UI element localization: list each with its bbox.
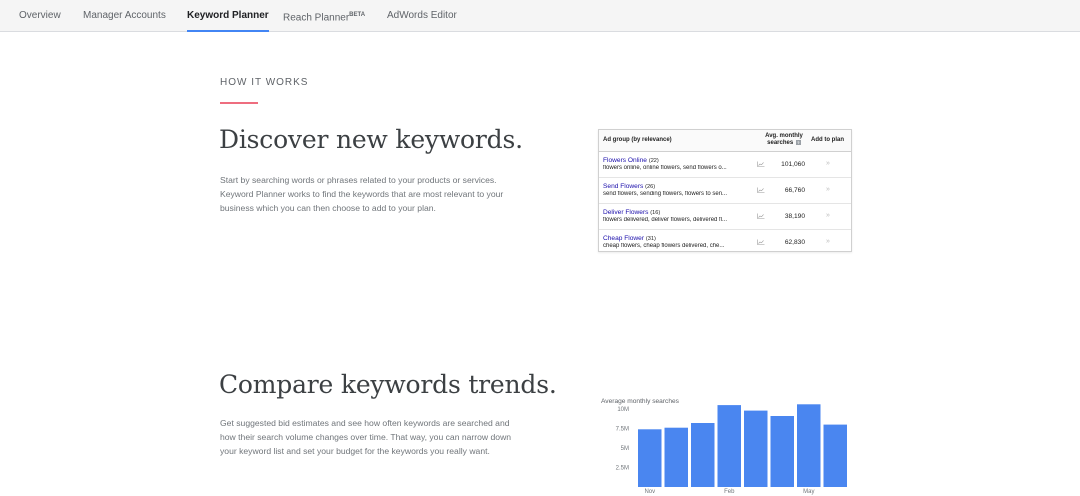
x-tick-label: May: [803, 489, 814, 495]
chart-bar: [717, 405, 741, 487]
top-navigation: Overview Manager Accounts Keyword Planne…: [0, 0, 1080, 32]
trend-chart-icon[interactable]: [757, 161, 765, 167]
ad-group-keywords: send flowers, sending flowers, flowers t…: [603, 191, 728, 197]
ad-group-link[interactable]: Flowers Online: [603, 157, 647, 164]
ad-group-count: (16): [650, 210, 661, 216]
ad-group-name[interactable]: Flowers Online (22): [603, 157, 659, 164]
tab-reach-planner[interactable]: Reach PlannerBETA: [283, 0, 365, 32]
eyebrow-divider: [220, 102, 258, 104]
header-ad-group: Ad group (by relevance): [603, 137, 672, 143]
ad-group-name[interactable]: Deliver Flowers (16): [603, 209, 660, 216]
help-icon[interactable]: ?: [795, 140, 801, 145]
table-row: Cheap Flower (31) cheap flowers, cheap f…: [599, 230, 851, 255]
add-to-plan-icon[interactable]: »: [826, 186, 830, 193]
ad-group-link[interactable]: Deliver Flowers: [603, 209, 648, 216]
table-row: Deliver Flowers (16) flowers delivered, …: [599, 204, 851, 230]
chart-bar: [797, 404, 821, 487]
x-tick-label: Feb: [724, 489, 735, 495]
ad-group-count: (26): [645, 184, 656, 190]
y-tick-label: 7.5M: [616, 427, 629, 433]
x-tick-label: Nov: [644, 489, 655, 495]
chart-bar: [638, 429, 662, 487]
section1-body: Start by searching words or phrases rela…: [220, 175, 504, 213]
avg-monthly-searches-value: 62,830: [784, 239, 805, 246]
ad-group-link[interactable]: Cheap Flower: [603, 235, 644, 242]
chart-bar: [770, 416, 794, 487]
monthly-searches-chart: Average monthly searches 10M 7.5M 5M 2.5M Nov…: [598, 392, 858, 496]
chart-bar: [744, 410, 768, 487]
ad-group-name[interactable]: Cheap Flower (31): [603, 235, 656, 242]
ad-group-keywords: flowers delivered, deliver flowers, deli…: [603, 217, 728, 223]
beta-badge: BETA: [349, 12, 366, 18]
table-row: Flowers Online (22) flowers online, onli…: [599, 152, 851, 178]
header-avg-monthly-searches: Avg. monthly searches ?: [761, 133, 807, 147]
trend-chart-icon[interactable]: [757, 187, 765, 193]
monthly-searches-bar-chart: Average monthly searches 10M 7.5M 5M 2.5M Nov…: [601, 398, 847, 495]
y-tick-label: 5M: [621, 446, 629, 452]
section1-title: Discover new keywords.: [219, 125, 523, 154]
tab-adwords-editor[interactable]: AdWords Editor: [387, 0, 457, 32]
chart-title: Average monthly searches: [601, 398, 680, 405]
tab-reach-planner-label: Reach Planner: [283, 12, 350, 24]
chart-bar: [823, 424, 847, 487]
trend-chart-icon[interactable]: [757, 213, 765, 219]
table-row: Send Flowers (26) send flowers, sending …: [599, 178, 851, 204]
how-it-works-label: HOW IT WORKS: [220, 77, 309, 88]
avg-monthly-searches-value: 101,060: [781, 161, 805, 168]
keyword-table-header: Ad group (by relevance) Avg. monthly sea…: [599, 130, 851, 152]
chart-bar: [691, 423, 715, 487]
add-to-plan-icon[interactable]: »: [826, 212, 830, 219]
header-add-to-plan: Add to plan: [811, 137, 844, 143]
trend-chart-icon[interactable]: [757, 239, 765, 245]
tab-overview[interactable]: Overview: [19, 0, 61, 32]
tab-keyword-planner[interactable]: Keyword Planner: [187, 0, 269, 32]
y-tick-label: 2.5M: [616, 466, 629, 472]
ad-group-count: (22): [648, 158, 659, 164]
avg-monthly-searches-value: 38,190: [784, 213, 805, 220]
avg-monthly-searches-value: 66,760: [784, 187, 805, 194]
ad-group-keywords: flowers online, online flowers, send flo…: [603, 165, 727, 171]
ad-group-link[interactable]: Send Flowers: [603, 183, 643, 190]
add-to-plan-icon[interactable]: »: [826, 160, 830, 167]
ad-group-name[interactable]: Send Flowers (26): [603, 183, 655, 190]
ad-group-count: (31): [645, 236, 656, 242]
y-tick-label: 10M: [617, 407, 629, 413]
keyword-table-preview: Ad group (by relevance) Avg. monthly sea…: [598, 129, 852, 252]
ad-group-keywords: cheap flowers, cheap flowers delivered, …: [603, 243, 725, 249]
tab-manager-accounts[interactable]: Manager Accounts: [83, 0, 166, 32]
add-to-plan-icon[interactable]: »: [826, 238, 830, 245]
section2-title: Compare keywords trends.: [219, 370, 557, 399]
section2-body: Get suggested bid estimates and see how …: [220, 418, 512, 456]
chart-bar: [664, 427, 688, 487]
